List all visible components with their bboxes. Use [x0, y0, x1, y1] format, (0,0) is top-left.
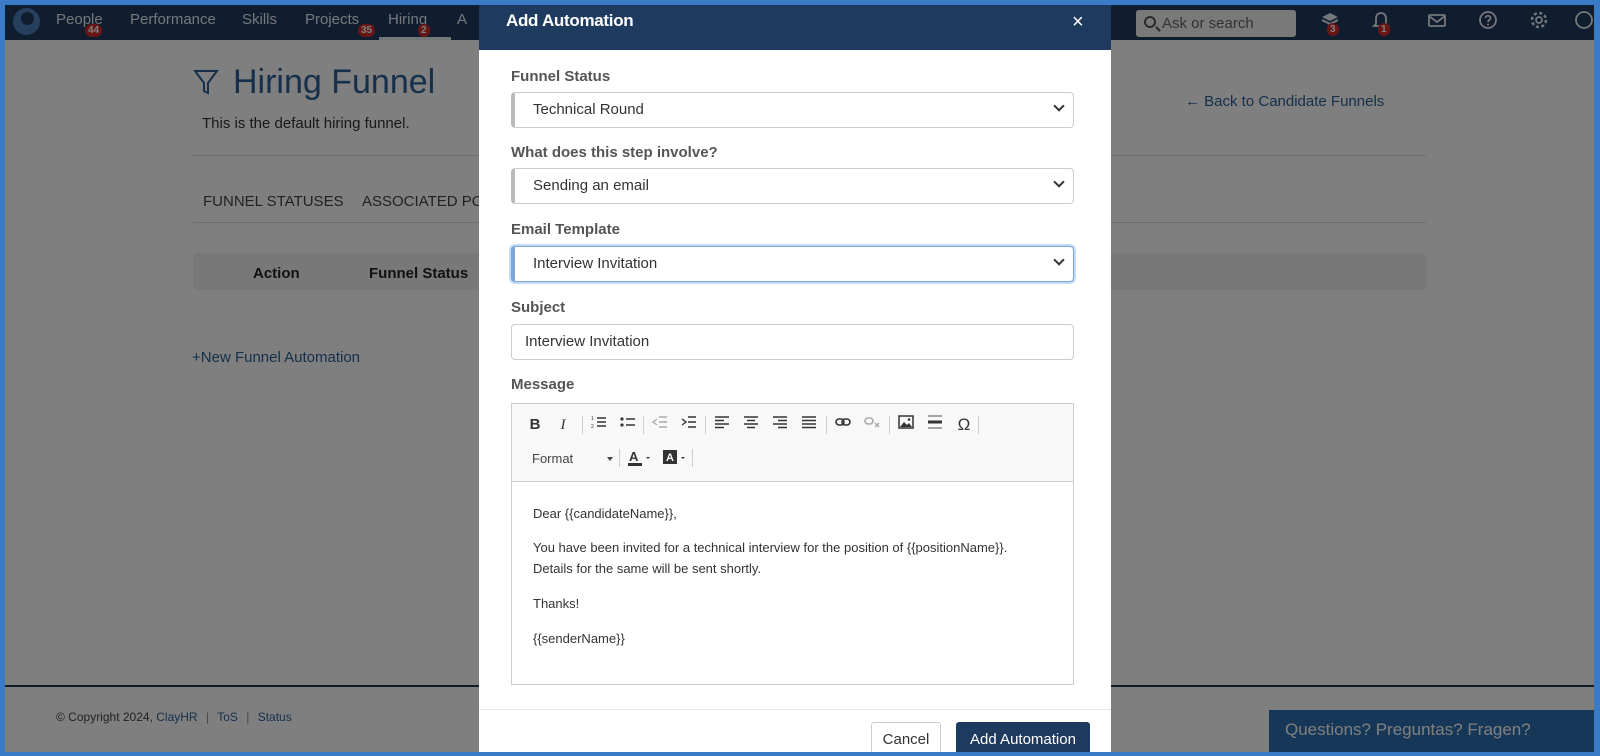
align-right-icon[interactable]	[770, 415, 790, 435]
step-select[interactable]: Sending an email	[511, 168, 1074, 204]
modal-footer-divider	[479, 709, 1111, 710]
chevron-down-icon	[607, 457, 613, 461]
toolbar-separator	[619, 449, 620, 467]
special-character-icon[interactable]: Ω	[954, 415, 974, 435]
align-justify-icon[interactable]	[799, 415, 819, 435]
text-color-icon[interactable]: A	[627, 448, 650, 468]
subject-label: Subject	[511, 299, 566, 316]
modal-header: Add Automation ×	[479, 5, 1111, 50]
svg-text:1: 1	[591, 416, 594, 422]
app-frame: People 44 Performance Skills Projects 35…	[5, 5, 1594, 752]
link-icon[interactable]	[833, 415, 853, 435]
toolbar-separator	[826, 416, 827, 434]
message-line: Dear {{candidateName}},	[533, 506, 677, 521]
cancel-button[interactable]: Cancel	[871, 722, 941, 752]
email-template-label: Email Template	[511, 221, 620, 238]
modal-title: Add Automation	[506, 11, 634, 30]
toolbar-separator	[705, 416, 706, 434]
funnel-status-select[interactable]: Technical Round	[511, 92, 1074, 128]
chevron-down-icon	[1053, 254, 1065, 266]
subject-input[interactable]: Interview Invitation	[511, 324, 1074, 360]
svg-text:2: 2	[591, 424, 594, 429]
indent-icon[interactable]	[679, 415, 699, 435]
add-automation-button[interactable]: Add Automation	[956, 722, 1090, 752]
message-line: You have been invited for a technical in…	[533, 540, 1008, 555]
email-template-value: Interview Invitation	[533, 255, 658, 272]
unlink-icon[interactable]	[862, 415, 882, 435]
chevron-down-icon	[1053, 100, 1065, 112]
step-label: What does this step involve?	[511, 144, 718, 161]
bold-icon[interactable]: B	[525, 415, 545, 435]
close-icon[interactable]: ×	[1072, 11, 1084, 34]
background-color-icon[interactable]: A	[662, 448, 685, 468]
funnel-status-label: Funnel Status	[511, 68, 611, 85]
toolbar-separator	[643, 416, 644, 434]
italic-icon[interactable]: I	[553, 415, 573, 435]
toolbar-separator	[582, 416, 583, 434]
numbered-list-icon[interactable]: 12	[589, 415, 609, 435]
toolbar-separator	[692, 449, 693, 467]
message-line: Details for the same will be sent shortl…	[533, 561, 762, 576]
svg-text:A: A	[629, 449, 639, 464]
outdent-icon[interactable]	[650, 415, 670, 435]
message-editor: B I 12 Ω Format A A Dear {{candidateName…	[511, 403, 1074, 685]
align-center-icon[interactable]	[741, 415, 761, 435]
editor-toolbar: B I 12 Ω Format A A	[512, 404, 1073, 482]
svg-text:A: A	[666, 452, 674, 464]
image-icon[interactable]	[896, 415, 916, 435]
toolbar-separator	[978, 416, 979, 434]
horizontal-rule-icon[interactable]	[925, 415, 945, 435]
toolbar-separator	[889, 416, 890, 434]
message-label: Message	[511, 376, 575, 393]
add-automation-modal: Add Automation × Funnel Status Technical…	[479, 5, 1111, 752]
align-left-icon[interactable]	[712, 415, 732, 435]
email-template-select[interactable]: Interview Invitation	[511, 246, 1074, 282]
message-line: Thanks!	[533, 596, 580, 611]
chevron-down-icon	[1053, 176, 1065, 188]
funnel-status-value: Technical Round	[533, 101, 644, 118]
bullet-list-icon[interactable]	[618, 415, 638, 435]
format-dropdown[interactable]: Format	[532, 451, 573, 466]
step-value: Sending an email	[533, 177, 649, 194]
message-line: {{senderName}}	[533, 631, 625, 646]
